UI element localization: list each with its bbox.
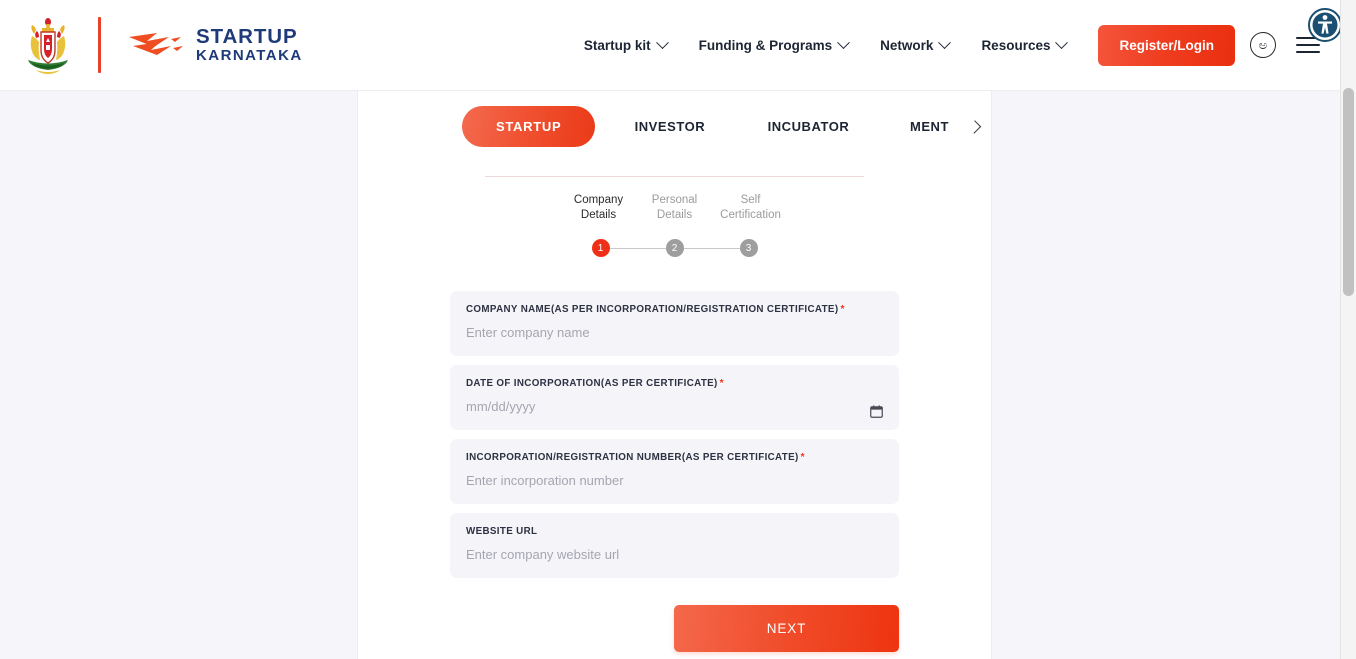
- website-url-input[interactable]: [466, 547, 883, 562]
- language-toggle-button[interactable]: ಅ: [1250, 32, 1276, 58]
- step-label-line-1: Company: [573, 194, 624, 206]
- field-label: COMPANY NAME(AS PER INCORPORATION/REGIST…: [466, 304, 883, 315]
- chevron-down-icon: [1055, 35, 1069, 49]
- chevron-down-icon: [837, 35, 851, 49]
- step-connector: [683, 247, 740, 249]
- step-label-company-details[interactable]: Company Details: [561, 193, 637, 223]
- nav-item-label: Network: [880, 37, 934, 53]
- nav-item-network[interactable]: Network: [864, 30, 965, 61]
- scrollbar-thumb[interactable]: [1343, 88, 1354, 296]
- company-name-input[interactable]: [466, 325, 883, 340]
- tab-startup[interactable]: STARTUP: [462, 106, 596, 147]
- chevron-down-icon: [938, 35, 952, 49]
- step-label-self-certification[interactable]: Self Certification: [713, 193, 789, 223]
- field-label-text: INCORPORATION/REGISTRATION NUMBER(AS PER…: [466, 452, 799, 463]
- chevron-down-icon: [655, 35, 669, 49]
- progress-stepper: Company Details Personal Details Self Ce…: [358, 193, 991, 257]
- field-label: WEBSITE URL: [466, 526, 883, 537]
- field-incorporation-number: INCORPORATION/REGISTRATION NUMBER(AS PER…: [450, 439, 899, 504]
- section-divider: [485, 176, 864, 177]
- field-label-text: WEBSITE URL: [466, 526, 538, 537]
- primary-navigation: Startup kit Funding & Programs Network R…: [568, 24, 1340, 66]
- nav-item-label: Resources: [981, 37, 1051, 53]
- brand-divider: [98, 17, 101, 73]
- step-label-line-2: Details: [580, 209, 617, 221]
- stepper-dots: 1 2 3: [358, 239, 991, 257]
- required-asterisk: *: [719, 378, 724, 389]
- calendar-icon[interactable]: [870, 405, 883, 418]
- karnataka-state-emblem-icon: [28, 18, 68, 74]
- date-of-incorporation-input[interactable]: [466, 399, 883, 414]
- nav-item-label: Startup kit: [583, 37, 651, 53]
- logo-line-2: KARNATAKA: [196, 46, 303, 64]
- required-asterisk: *: [840, 304, 845, 315]
- stepper-labels: Company Details Personal Details Self Ce…: [358, 193, 991, 223]
- tab-investor[interactable]: INVESTOR: [627, 119, 714, 134]
- hamburger-bar: [1296, 44, 1320, 46]
- nav-item-resources[interactable]: Resources: [965, 30, 1082, 61]
- field-label-text: DATE OF INCORPORATION(AS PER CERTIFICATE…: [466, 378, 718, 389]
- step-dot-1[interactable]: 1: [591, 239, 610, 257]
- tab-mentor[interactable]: MENT: [902, 119, 957, 134]
- next-button[interactable]: NEXT: [674, 605, 899, 652]
- field-label: DATE OF INCORPORATION(AS PER CERTIFICATE…: [466, 378, 883, 389]
- registration-card: STARTUP INVESTOR INCUBATOR MENT Company …: [357, 91, 992, 659]
- startup-karnataka-logo[interactable]: STARTUP KARNATAKA: [127, 24, 303, 64]
- step-label-line-1: Personal: [651, 194, 698, 206]
- required-asterisk: *: [800, 452, 805, 463]
- step-label-line-2: Details: [656, 209, 693, 221]
- hamburger-bar: [1296, 50, 1320, 53]
- step-label-line-2: Certification: [720, 209, 781, 221]
- step-dot-3[interactable]: 3: [739, 239, 758, 257]
- step-label-personal-details[interactable]: Personal Details: [637, 193, 713, 223]
- tab-incubator[interactable]: INCUBATOR: [760, 119, 858, 134]
- field-label-text: COMPANY NAME(AS PER INCORPORATION/REGIST…: [466, 304, 839, 315]
- page-scrollbar[interactable]: [1340, 0, 1356, 659]
- company-details-form: COMPANY NAME(AS PER INCORPORATION/REGIST…: [450, 291, 899, 578]
- register-login-button[interactable]: Register/Login: [1098, 24, 1235, 66]
- field-website-url: WEBSITE URL: [450, 513, 899, 578]
- page-body: STARTUP INVESTOR INCUBATOR MENT Company …: [0, 90, 1340, 659]
- field-label: INCORPORATION/REGISTRATION NUMBER(AS PER…: [466, 452, 883, 463]
- field-company-name: COMPANY NAME(AS PER INCORPORATION/REGIST…: [450, 291, 899, 356]
- nav-item-label: Funding & Programs: [698, 37, 833, 53]
- logo-line-1: STARTUP: [196, 24, 298, 48]
- step-connector: [609, 247, 666, 249]
- step-label-line-1: Self: [740, 194, 761, 206]
- nav-item-funding-programs[interactable]: Funding & Programs: [683, 30, 865, 61]
- field-date-of-incorporation: DATE OF INCORPORATION(AS PER CERTIFICATE…: [450, 365, 899, 430]
- incorporation-number-input[interactable]: [466, 473, 883, 488]
- chevron-right-icon[interactable]: [967, 119, 982, 134]
- nav-item-startup-kit[interactable]: Startup kit: [568, 30, 683, 61]
- site-header: STARTUP KARNATAKA Startup kit Funding & …: [0, 0, 1342, 90]
- step-dot-2[interactable]: 2: [665, 239, 684, 257]
- registration-type-tabs: STARTUP INVESTOR INCUBATOR MENT: [358, 106, 991, 147]
- brand-lockup[interactable]: STARTUP KARNATAKA: [22, 14, 303, 76]
- accessibility-icon[interactable]: [1308, 8, 1342, 42]
- startup-bird-icon: [129, 32, 183, 55]
